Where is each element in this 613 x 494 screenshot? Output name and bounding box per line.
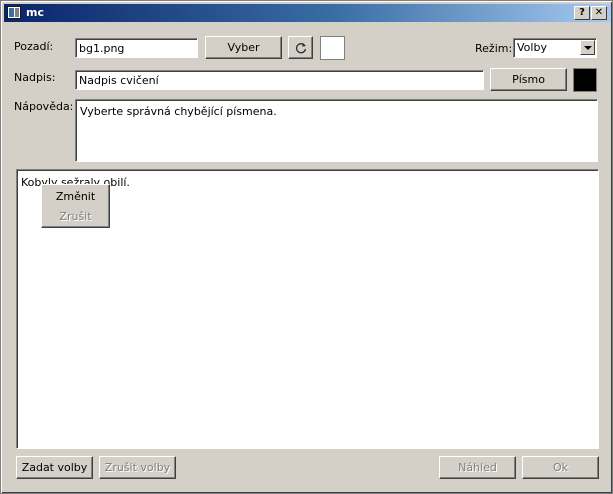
- choose-background-button[interactable]: Vyber: [205, 36, 282, 59]
- hint-textarea[interactable]: Vyberte správná chybějící písmena.: [75, 99, 598, 162]
- title-bar[interactable]: mc ? ✕: [4, 4, 611, 22]
- chevron-down-icon[interactable]: [580, 40, 595, 55]
- cancel-options-button[interactable]: Zrušit volby: [99, 456, 176, 479]
- dialog-window: mc ? ✕ Pozadí: bg1.png Vyber Režim: Volb…: [0, 0, 613, 494]
- preview-button[interactable]: Náhled: [439, 456, 516, 479]
- close-button[interactable]: ✕: [591, 6, 607, 20]
- title-field[interactable]: Nadpis cvičení: [75, 70, 484, 90]
- refresh-button[interactable]: [288, 36, 313, 59]
- window-title: mc: [26, 6, 44, 19]
- context-menu: Změnit Zrušit: [41, 184, 110, 228]
- font-button[interactable]: Písmo: [490, 68, 567, 91]
- mode-label: Režim:: [475, 42, 513, 55]
- background-color-swatch[interactable]: [320, 36, 345, 60]
- background-file-field[interactable]: bg1.png: [75, 38, 198, 58]
- menu-item-change[interactable]: Změnit: [42, 190, 109, 203]
- app-icon: [7, 6, 21, 19]
- mode-select[interactable]: Volby: [513, 38, 597, 58]
- title-label: Nadpis:: [14, 71, 56, 84]
- help-button[interactable]: ?: [574, 6, 590, 20]
- hint-label: Nápověda:: [14, 100, 74, 113]
- set-options-button[interactable]: Zadat volby: [16, 456, 93, 479]
- ok-button[interactable]: Ok: [522, 456, 599, 479]
- mode-selected-value: Volby: [517, 41, 547, 54]
- menu-item-cancel[interactable]: Zrušit: [42, 210, 109, 223]
- refresh-icon: [295, 43, 307, 54]
- title-color-swatch[interactable]: [573, 68, 597, 92]
- close-icon: ✕: [594, 7, 604, 18]
- background-label: Pozadí:: [14, 40, 54, 53]
